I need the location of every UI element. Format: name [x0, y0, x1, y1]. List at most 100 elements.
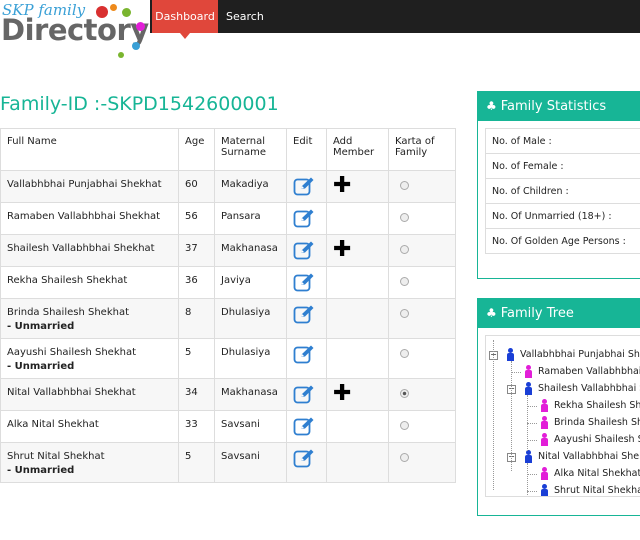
member-age: 36	[178, 266, 215, 299]
statistics-table: No. of Male : No. of Female : No. of Child…	[485, 128, 640, 254]
stat-row: No. of Male :	[485, 128, 640, 154]
nav-dashboard[interactable]: Dashboard	[152, 0, 218, 39]
karta-radio[interactable]	[400, 421, 409, 430]
add-member-cell: ✚	[326, 234, 389, 267]
site-logo[interactable]: SKP family Directory	[0, 0, 150, 62]
stat-label: No. Of Unmarried (18+) :	[485, 203, 640, 229]
table-header-row: Full Name Age Maternal Surname Edit Add …	[0, 128, 456, 171]
tree-node-label: Aayushi Shailesh Shekhat	[554, 434, 640, 445]
edit-cell	[286, 170, 327, 203]
tree-connector	[527, 491, 537, 492]
family-tree: −Vallabhbhai Punjabhai ShekhatRamaben Va…	[485, 335, 640, 497]
nav-search[interactable]: Search	[218, 0, 272, 33]
edit-icon[interactable]	[293, 384, 315, 404]
tree-node[interactable]: Shailesh Vallabhbhai Shekhat	[524, 382, 640, 396]
tree-node[interactable]: Vallabhbhai Punjabhai Shekhat	[506, 348, 640, 362]
add-member-icon[interactable]: ✚	[333, 175, 382, 197]
table-row: Ramaben Vallabhbhai Shekhat 56 Pansara	[0, 202, 456, 235]
tree-node[interactable]: Alka Nital Shekhat (	[540, 467, 640, 481]
member-maternal-surname: Makhanasa	[214, 234, 287, 267]
family-statistics-panel: ♣ Family Statistics No. of Male : No. of F…	[477, 91, 640, 279]
edit-icon[interactable]	[293, 272, 315, 292]
table-row: Brinda Shailesh Shekhat - Unmarried 8 Dhula…	[0, 298, 456, 339]
member-name: Rekha Shailesh Shekhat	[7, 275, 128, 286]
edit-icon[interactable]	[293, 304, 315, 324]
col-full-name: Full Name	[0, 128, 179, 171]
edit-cell	[286, 234, 327, 267]
family-members-table: Full Name Age Maternal Surname Edit Add …	[0, 128, 456, 483]
karta-radio[interactable]	[400, 277, 409, 286]
tree-node[interactable]: Brinda Shailesh Shekhat	[540, 416, 640, 430]
member-age: 60	[178, 170, 215, 203]
karta-radio[interactable]	[400, 349, 409, 358]
statistics-title: Family Statistics	[500, 99, 607, 114]
edit-cell	[286, 298, 327, 339]
tree-node[interactable]: Ramaben Vallabhbhai Shekhat	[524, 365, 640, 379]
male-person-icon	[524, 382, 533, 395]
female-person-icon	[540, 433, 549, 446]
member-name-cell: Nital Vallabhbhai Shekhat	[0, 378, 179, 411]
tree-connector	[527, 406, 537, 407]
family-tree-panel: ♣Family Tree −Vallabhbhai Punjabhai Shek…	[477, 298, 640, 516]
female-person-icon	[540, 467, 549, 480]
tree-node-label: Nital Vallabhbhai Shekhat	[538, 451, 640, 462]
edit-icon[interactable]	[293, 448, 315, 468]
logo-dot	[118, 52, 124, 58]
table-row: Shailesh Vallabhbhai Shekhat 37 Makhanasa ✚	[0, 234, 456, 267]
panel-header: ♣ Family Tree	[478, 299, 640, 328]
edit-icon[interactable]	[293, 176, 315, 196]
tree-node-label: Shrut Nital Shekhat	[554, 485, 640, 496]
tree-connector	[527, 474, 537, 475]
member-name-cell: Ramaben Vallabhbhai Shekhat	[0, 202, 179, 235]
add-member-cell	[326, 202, 389, 235]
add-member-cell	[326, 266, 389, 299]
tree-node-label: Brinda Shailesh Shekhat	[554, 417, 640, 428]
tree-node-label: Shailesh Vallabhbhai Shekhat	[538, 383, 640, 394]
karta-radio[interactable]	[400, 213, 409, 222]
edit-icon[interactable]	[293, 240, 315, 260]
col-add-member: Add Member	[326, 128, 389, 171]
panel-header: ♣ Family Statistics	[478, 92, 640, 121]
table-row: Alka Nital Shekhat 33 Savsani	[0, 410, 456, 443]
tree-connector	[527, 463, 528, 496]
col-edit: Edit	[286, 128, 327, 171]
member-name-cell: Aayushi Shailesh Shekhat - Unmarried	[0, 338, 179, 379]
tree-node-label: Vallabhbhai Punjabhai Shekhat	[520, 349, 640, 360]
karta-cell	[388, 410, 456, 443]
edit-cell	[286, 338, 327, 379]
female-person-icon	[540, 399, 549, 412]
edit-icon[interactable]	[293, 344, 315, 364]
karta-cell	[388, 378, 456, 411]
member-age: 37	[178, 234, 215, 267]
tree-connector	[527, 440, 537, 441]
edit-cell	[286, 378, 327, 411]
member-age: 8	[178, 298, 215, 339]
unmarried-note: - Unmarried	[7, 321, 75, 332]
edit-icon[interactable]	[293, 416, 315, 436]
add-member-cell	[326, 298, 389, 339]
karta-radio[interactable]	[400, 309, 409, 318]
logo-dot	[132, 42, 140, 50]
edit-icon[interactable]	[293, 208, 315, 228]
stat-row: No. Of Unmarried (18+) :	[485, 203, 640, 229]
logo-wordmark: Directory	[1, 13, 149, 47]
karta-radio[interactable]	[400, 389, 409, 398]
tree-node[interactable]: Aayushi Shailesh Shekhat	[540, 433, 640, 447]
karta-cell	[388, 202, 456, 235]
karta-radio[interactable]	[400, 453, 409, 462]
male-person-icon	[524, 450, 533, 463]
tree-connector	[527, 395, 528, 451]
logo-dot	[96, 6, 108, 18]
member-maternal-surname: Dhulasiya	[214, 338, 287, 379]
tree-node[interactable]: Nital Vallabhbhai Shekhat	[524, 450, 640, 464]
tree-node[interactable]: Shrut Nital Shekhat	[540, 484, 640, 496]
add-member-cell: ✚	[326, 378, 389, 411]
tree-node[interactable]: Rekha Shailesh Shekhat	[540, 399, 640, 413]
member-name-cell: Rekha Shailesh Shekhat	[0, 266, 179, 299]
karta-radio[interactable]	[400, 181, 409, 190]
member-age: 34	[178, 378, 215, 411]
add-member-icon[interactable]: ✚	[333, 239, 382, 261]
karta-radio[interactable]	[400, 245, 409, 254]
add-member-cell: ✚	[326, 170, 389, 203]
add-member-icon[interactable]: ✚	[333, 383, 382, 405]
